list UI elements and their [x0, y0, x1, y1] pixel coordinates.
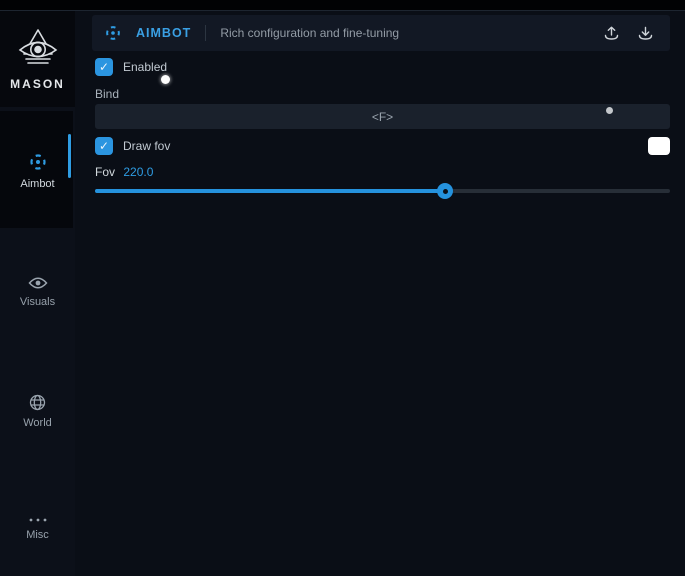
draw-fov-label: Draw fov: [123, 139, 170, 153]
bind-label: Bind: [95, 87, 119, 101]
bind-input[interactable]: <F>: [95, 104, 670, 129]
checkmark-icon: ✓: [99, 61, 109, 73]
eye-pyramid-icon: [14, 27, 62, 73]
upload-button[interactable]: [598, 20, 624, 46]
page-subtitle: Rich configuration and fine-tuning: [220, 26, 399, 40]
enabled-label: Enabled: [123, 60, 167, 74]
sidebar-item-aimbot[interactable]: Aimbot: [0, 136, 75, 206]
fov-value: 220.0: [123, 165, 153, 179]
sidebar-item-world[interactable]: World: [0, 376, 75, 446]
checkmark-icon: ✓: [99, 140, 109, 152]
draw-fov-checkbox[interactable]: ✓: [95, 137, 113, 155]
sidebar-item-label: Visuals: [20, 296, 55, 308]
fov-slider[interactable]: [95, 183, 670, 199]
draw-fov-row: ✓ Draw fov: [95, 137, 170, 155]
sidebar-item-visuals[interactable]: Visuals: [0, 257, 75, 327]
page: MASON Aimbot V: [0, 0, 685, 576]
logo-section: MASON: [0, 11, 75, 107]
fov-label: Fov: [95, 165, 115, 179]
header-divider: [205, 25, 206, 41]
sidebar-item-label: Misc: [26, 529, 49, 541]
sidebar-item-label: Aimbot: [20, 178, 54, 190]
sidebar-item-label: World: [23, 417, 52, 429]
fov-slider-fill: [95, 189, 445, 193]
download-button[interactable]: [632, 20, 658, 46]
enabled-checkbox[interactable]: ✓: [95, 58, 113, 76]
crosshair-icon: [28, 152, 48, 172]
sidebar-item-misc[interactable]: Misc: [0, 494, 75, 564]
fov-label-row: Fov 220.0: [95, 165, 153, 179]
globe-icon: [29, 394, 46, 411]
page-title: AIMBOT: [136, 26, 191, 40]
ellipsis-icon: [28, 517, 48, 523]
enabled-row: ✓ Enabled: [95, 58, 167, 76]
header-bar: AIMBOT Rich configuration and fine-tunin…: [92, 15, 670, 51]
sidebar: MASON Aimbot V: [0, 11, 75, 576]
cursor-dot: [606, 107, 613, 114]
brand-name: MASON: [10, 77, 65, 91]
download-icon: [637, 25, 654, 42]
bind-value: <F>: [372, 110, 393, 124]
eye-icon: [28, 276, 48, 290]
active-tab-indicator: [68, 134, 71, 178]
fov-slider-handle[interactable]: [437, 183, 453, 199]
fov-slider-handle-dot: [443, 189, 448, 194]
app-window: MASON Aimbot V: [0, 10, 685, 576]
fov-color-swatch[interactable]: [648, 137, 670, 155]
upload-icon: [603, 25, 620, 42]
cursor-dot: [161, 75, 170, 84]
crosshair-icon: [104, 24, 122, 42]
